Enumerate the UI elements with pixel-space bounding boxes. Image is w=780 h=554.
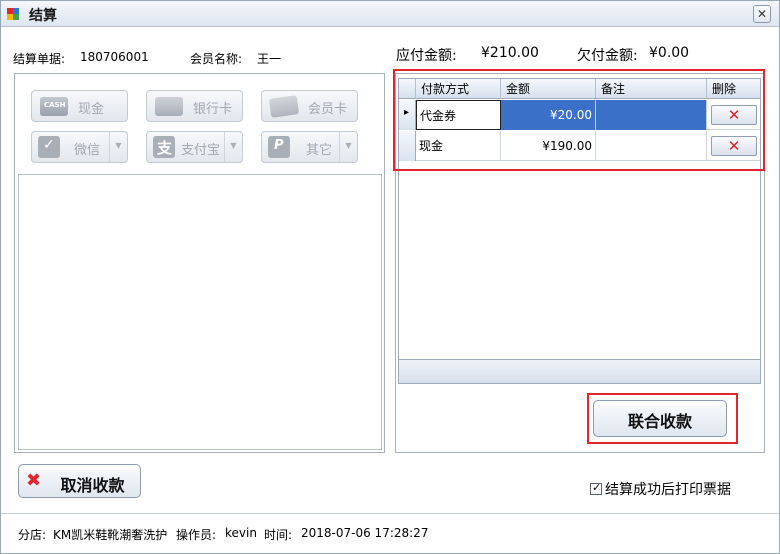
cancel-icon: ✖ — [26, 470, 42, 491]
cancel-payment-label: 取消收款 — [60, 476, 125, 495]
print-receipt-checkbox[interactable]: ✓ — [590, 481, 602, 495]
order-number: 180706001 — [80, 50, 149, 64]
print-receipt-option[interactable]: ✓ 结算成功后打印票据 — [590, 479, 731, 499]
wechat-button[interactable]: ✓ 微信 ▼ — [31, 131, 128, 163]
member-name-label: 会员名称: — [190, 52, 243, 66]
close-icon: ✕ — [756, 7, 768, 21]
alipay-dropdown-arrow[interactable]: ▼ — [224, 132, 242, 162]
chevron-down-icon: ▼ — [345, 141, 352, 150]
branch-value: KM凯米鞋靴潮奢洗护 — [53, 528, 168, 542]
alipay-icon: 支 — [153, 136, 175, 158]
alipay-button[interactable]: 支 支付宝 ▼ — [146, 131, 243, 163]
grid-highlight-box — [393, 69, 765, 171]
status-bar: 分店: KM凯米鞋靴潮奢洗护 操作员: kevin 时间: 2018-07-06… — [1, 513, 779, 553]
amount-due-label: 应付金额: — [396, 48, 457, 64]
chevron-down-icon: ▼ — [115, 141, 122, 150]
check-icon: ✓ — [592, 481, 602, 494]
time-label: 时间: — [264, 528, 293, 542]
alipay-button-label: 支付宝 — [181, 143, 221, 158]
chevron-down-icon: ▼ — [230, 141, 237, 150]
operator-label: 操作员: — [176, 528, 217, 542]
combined-button-highlight-box — [587, 393, 738, 444]
bank-card-button[interactable]: 银行卡 — [146, 90, 243, 122]
bank-card-icon — [155, 97, 183, 116]
member-card-button-label: 会员卡 — [308, 102, 348, 117]
title-bar: 结算 ✕ — [1, 1, 779, 27]
cash-button-label: 现金 — [78, 102, 105, 117]
amount-owed-value: ¥0.00 — [649, 45, 690, 61]
bank-card-button-label: 银行卡 — [193, 102, 233, 117]
amount-due-value: ¥210.00 — [481, 45, 539, 61]
time-value: 2018-07-06 17:28:27 — [301, 526, 429, 540]
other-pay-button-label: 其它 — [306, 143, 333, 158]
window-title: 结算 — [29, 8, 57, 24]
cash-icon: CASH — [40, 97, 68, 116]
payment-detail-area — [18, 174, 382, 450]
cancel-payment-button[interactable]: ✖ 取消收款 — [18, 464, 141, 498]
app-icon — [7, 8, 19, 20]
member-name: 王一 — [257, 52, 282, 66]
branch-label: 分店: — [18, 528, 47, 542]
order-number-label: 结算单据: — [13, 52, 66, 66]
grid-footer — [399, 359, 760, 383]
wechat-icon: ✓ — [38, 136, 60, 158]
other-dropdown-arrow[interactable]: ▼ — [339, 132, 357, 162]
other-pay-icon: P — [268, 136, 290, 158]
cash-button[interactable]: CASH 现金 — [31, 90, 128, 122]
operator-value: kevin — [225, 526, 257, 540]
amount-owed-label: 欠付金额: — [577, 48, 638, 64]
checkout-window: 结算 ✕ 结算单据: 180706001 会员名称: 王一 应付金额: ¥210… — [0, 0, 780, 554]
other-pay-button[interactable]: P 其它 ▼ — [261, 131, 358, 163]
member-card-button[interactable]: 会员卡 — [261, 90, 358, 122]
wechat-dropdown-arrow[interactable]: ▼ — [109, 132, 127, 162]
member-card-icon — [268, 95, 300, 118]
print-receipt-label: 结算成功后打印票据 — [605, 482, 731, 498]
wechat-button-label: 微信 — [74, 143, 101, 158]
payment-method-panel: CASH 现金 银行卡 会员卡 ✓ 微信 ▼ 支 支付宝 ▼ P 其它 ▼ — [14, 73, 385, 453]
close-button[interactable]: ✕ — [753, 5, 771, 23]
